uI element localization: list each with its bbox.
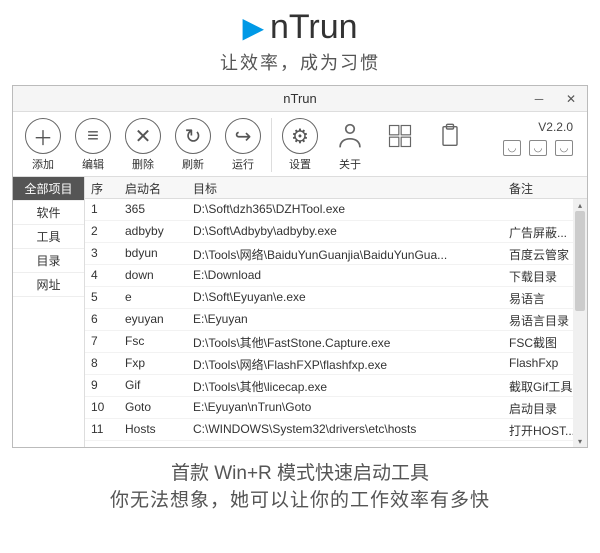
scroll-up-icon[interactable]: ▴ xyxy=(573,199,587,211)
cell-target: E:\Eyuyan xyxy=(187,309,503,330)
footer-line-2: 你无法想象，她可以让你的工作效率有多快 xyxy=(0,485,600,512)
windows-icon[interactable] xyxy=(382,118,418,154)
cell-index: 6 xyxy=(85,309,119,330)
toolbar: ＋ 添加 ≡ 编辑 ✕ 删除 ↻ 刷新 ↪ 运行 ⚙ xyxy=(13,112,587,177)
table-row[interactable]: 1365D:\Soft\dzh365\DZHTool.exe xyxy=(85,199,587,221)
delete-icon[interactable]: ✕ xyxy=(125,118,161,154)
run-icon[interactable]: ↪ xyxy=(225,118,261,154)
cell-index: 8 xyxy=(85,353,119,374)
col-name[interactable]: 启动名 xyxy=(119,177,187,198)
sidebar: 全部项目 软件 工具 目录 网址 xyxy=(13,177,85,447)
cell-target: E:\Eyuyan\nTrun\Goto xyxy=(187,397,503,418)
cell-target: D:\Soft\Eyuyan\e.exe xyxy=(187,287,503,308)
cell-name: adbyby xyxy=(119,221,187,242)
cell-index: 3 xyxy=(85,243,119,264)
run-label: 运行 xyxy=(232,156,254,172)
about-icon[interactable] xyxy=(332,118,368,154)
col-index[interactable]: 序 xyxy=(85,177,119,198)
edit-label: 编辑 xyxy=(82,156,104,172)
scroll-thumb[interactable] xyxy=(575,211,585,311)
cell-name: Fsc xyxy=(119,331,187,352)
settings-icon[interactable]: ⚙ xyxy=(282,118,318,154)
tray-icon-2[interactable]: ◡ xyxy=(529,140,547,156)
cell-target: E:\Download xyxy=(187,265,503,286)
table-row[interactable]: 10GotoE:\Eyuyan\nTrun\Goto启动目录 xyxy=(85,397,587,419)
cell-index: 9 xyxy=(85,375,119,396)
table-row[interactable]: 8FxpD:\Tools\网络\FlashFXP\flashfxp.exeFla… xyxy=(85,353,587,375)
table-row[interactable]: 4downE:\Download下载目录 xyxy=(85,265,587,287)
settings-label: 设置 xyxy=(289,156,311,172)
version-label: V2.2.0 xyxy=(538,118,579,134)
table-row[interactable]: 11HostsC:\WINDOWS\System32\drivers\etc\h… xyxy=(85,419,587,441)
refresh-label: 刷新 xyxy=(182,156,204,172)
items-table: 序 启动名 目标 备注 1365D:\Soft\dzh365\DZHTool.e… xyxy=(85,177,587,447)
cell-name: Gif xyxy=(119,375,187,396)
titlebar: nTrun ─ ✕ xyxy=(13,86,587,112)
hero-subtitle: 让效率，成为习惯 xyxy=(0,49,600,75)
tray-icon-3[interactable]: ◡ xyxy=(555,140,573,156)
cell-name: Fxp xyxy=(119,353,187,374)
cell-name: bdyun xyxy=(119,243,187,264)
close-button[interactable]: ✕ xyxy=(555,86,587,111)
about-label: 关于 xyxy=(339,156,361,172)
col-note[interactable]: 备注 xyxy=(503,177,587,198)
cell-target: D:\Soft\Adbyby\adbyby.exe xyxy=(187,221,503,242)
cell-name: 365 xyxy=(119,199,187,220)
delete-label: 删除 xyxy=(132,156,154,172)
footer-line-1: 首款 Win+R 模式快速启动工具 xyxy=(0,458,600,485)
cell-index: 4 xyxy=(85,265,119,286)
logo-arrow-icon: ▶ xyxy=(242,11,264,44)
sidebar-item-all[interactable]: 全部项目 xyxy=(13,177,84,201)
table-row[interactable]: 7FscD:\Tools\其他\FastStone.Capture.exeFSC… xyxy=(85,331,587,353)
sidebar-item-software[interactable]: 软件 xyxy=(13,201,84,225)
cell-target: D:\Tools\其他\licecap.exe xyxy=(187,375,503,396)
cell-index: 11 xyxy=(85,419,119,440)
minimize-button[interactable]: ─ xyxy=(523,86,555,111)
hero-title: nTrun xyxy=(270,8,358,47)
cell-name: Goto xyxy=(119,397,187,418)
cell-index: 1 xyxy=(85,199,119,220)
refresh-icon[interactable]: ↻ xyxy=(175,118,211,154)
sidebar-item-urls[interactable]: 网址 xyxy=(13,273,84,297)
cell-target: D:\Soft\dzh365\DZHTool.exe xyxy=(187,199,503,220)
cell-name: eyuyan xyxy=(119,309,187,330)
sidebar-item-tools[interactable]: 工具 xyxy=(13,225,84,249)
add-label: 添加 xyxy=(32,156,54,172)
scrollbar[interactable]: ▴ ▾ xyxy=(573,199,587,447)
table-row[interactable]: 9GifD:\Tools\其他\licecap.exe截取Gif工具 xyxy=(85,375,587,397)
scroll-down-icon[interactable]: ▾ xyxy=(573,435,587,447)
cell-name: Hosts xyxy=(119,419,187,440)
cell-index: 2 xyxy=(85,221,119,242)
cell-index: 5 xyxy=(85,287,119,308)
cell-name: down xyxy=(119,265,187,286)
cell-index: 7 xyxy=(85,331,119,352)
sidebar-item-folders[interactable]: 目录 xyxy=(13,249,84,273)
cell-index: 10 xyxy=(85,397,119,418)
clipboard-icon[interactable] xyxy=(432,118,468,154)
cell-name: e xyxy=(119,287,187,308)
cell-target: C:\WINDOWS\System32\drivers\etc\hosts xyxy=(187,419,503,440)
tray-icon-1[interactable]: ◡ xyxy=(503,140,521,156)
col-target[interactable]: 目标 xyxy=(187,177,503,198)
window-title: nTrun xyxy=(13,91,587,106)
table-row[interactable]: 6eyuyanE:\Eyuyan易语言目录 xyxy=(85,309,587,331)
cell-target: D:\Tools\其他\FastStone.Capture.exe xyxy=(187,331,503,352)
add-icon[interactable]: ＋ xyxy=(25,118,61,154)
main-window: nTrun ─ ✕ ＋ 添加 ≡ 编辑 ✕ 删除 ↻ 刷新 ↪ xyxy=(12,85,588,448)
edit-icon[interactable]: ≡ xyxy=(75,118,111,154)
table-row[interactable]: 3bdyunD:\Tools\网络\BaiduYunGuanjia\BaiduY… xyxy=(85,243,587,265)
table-row[interactable]: 2adbybyD:\Soft\Adbyby\adbyby.exe广告屏蔽... xyxy=(85,221,587,243)
cell-target: D:\Tools\网络\FlashFXP\flashfxp.exe xyxy=(187,353,503,374)
table-header: 序 启动名 目标 备注 xyxy=(85,177,587,199)
table-row[interactable]: 5eD:\Soft\Eyuyan\e.exe易语言 xyxy=(85,287,587,309)
cell-target: D:\Tools\网络\BaiduYunGuanjia\BaiduYunGua.… xyxy=(187,243,503,264)
